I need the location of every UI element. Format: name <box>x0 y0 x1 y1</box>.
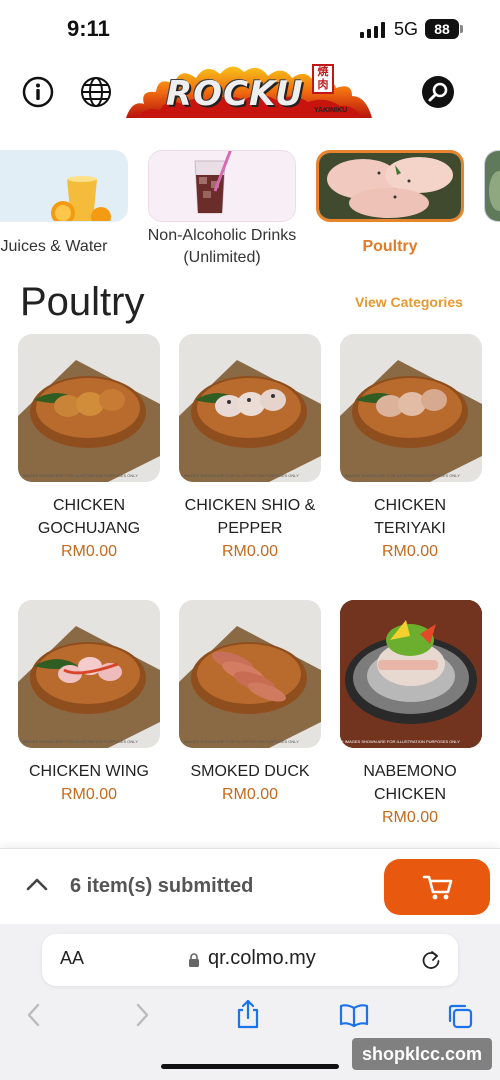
category-label-drinks[interactable]: Non-Alcoholic Drinks (Unlimited) <box>146 225 298 269</box>
food-plate-image <box>18 600 160 748</box>
product-price: RM0.00 <box>381 809 439 826</box>
product-price: RM0.00 <box>60 543 118 560</box>
image-disclaimer: * IMAGES SHOWN ARE FOR ILLUSTRATION PURP… <box>181 473 299 478</box>
image-disclaimer: * IMAGES SHOWN ARE FOR ILLUSTRATION PURP… <box>20 739 138 744</box>
product-image-nabemono-chicken[interactable]: * IMAGES SHOWN ARE FOR ILLUSTRATION PURP… <box>340 600 482 748</box>
status-bar: 9:11 5G 88 <box>0 0 500 56</box>
image-disclaimer: * IMAGES SHOWN ARE FOR ILLUSTRATION PURP… <box>342 473 460 478</box>
lock-icon <box>189 953 199 967</box>
product-name[interactable]: CHICKEN SHIO & PEPPER <box>170 494 330 540</box>
image-disclaimer: * IMAGES SHOWN ARE FOR ILLUSTRATION PURP… <box>181 739 299 744</box>
product-image-chicken-gochujang[interactable]: * IMAGES SHOWN ARE FOR ILLUSTRATION PURP… <box>18 334 160 482</box>
back-icon[interactable] <box>24 1002 44 1028</box>
product-price: RM0.00 <box>60 786 118 803</box>
cart-icon <box>422 875 453 900</box>
home-indicator <box>161 1064 339 1069</box>
product-name[interactable]: CHICKEN GOCHUJANG <box>9 494 169 540</box>
category-next-partial[interactable] <box>484 150 500 222</box>
category-poultry[interactable] <box>316 150 464 222</box>
iced-drink-image <box>149 151 295 221</box>
text-size-button[interactable]: AA <box>60 948 84 969</box>
search-icon <box>428 82 448 102</box>
tabs-icon[interactable] <box>446 1002 474 1030</box>
cart-bar: 6 item(s) submitted <box>0 848 500 924</box>
section-title: Poultry <box>20 280 145 324</box>
product-name[interactable]: NABEMONO CHICKEN <box>330 760 490 806</box>
product-name[interactable]: SMOKED DUCK <box>170 760 330 783</box>
food-plate-image <box>18 334 160 482</box>
info-icon[interactable] <box>22 76 54 108</box>
product-image-smoked-duck[interactable]: * IMAGES SHOWN ARE FOR ILLUSTRATION PURP… <box>179 600 321 748</box>
rocku-logo[interactable]: ROCKU 焼肉 YAKINIKU <box>126 60 372 120</box>
category-non-alcoholic-drinks[interactable] <box>148 150 296 222</box>
category-thumb-partial <box>485 151 500 221</box>
category-juices-water[interactable] <box>0 150 128 222</box>
cart-button[interactable] <box>384 859 490 915</box>
raw-chicken-image <box>319 153 461 219</box>
battery-tip <box>460 25 463 33</box>
food-plate-image <box>179 600 321 748</box>
logo-text: ROCKU <box>166 74 304 114</box>
image-disclaimer: * IMAGES SHOWN ARE FOR ILLUSTRATION PURP… <box>342 739 460 744</box>
juice-image <box>0 151 127 221</box>
image-disclaimer: * IMAGES SHOWN ARE FOR ILLUSTRATION PURP… <box>20 473 138 478</box>
address-bar[interactable]: AA qr.colmo.my <box>42 934 458 986</box>
product-image-chicken-shio-pepper[interactable]: * IMAGES SHOWN ARE FOR ILLUSTRATION PURP… <box>179 334 321 482</box>
product-image-chicken-teriyaki[interactable]: * IMAGES SHOWN ARE FOR ILLUSTRATION PURP… <box>340 334 482 482</box>
product-name[interactable]: CHICKEN WING <box>9 760 169 783</box>
share-icon[interactable] <box>234 998 262 1030</box>
hotpot-image <box>340 600 482 748</box>
category-label-juices[interactable]: Juices & Water <box>0 236 144 258</box>
product-price: RM0.00 <box>221 786 279 803</box>
url-text[interactable]: qr.colmo.my <box>208 947 316 970</box>
logo-subtitle: YAKINIKU <box>314 107 348 114</box>
items-submitted-text[interactable]: 6 item(s) submitted <box>70 875 253 898</box>
bookmarks-icon[interactable] <box>338 1002 370 1028</box>
product-image-chicken-wing[interactable]: * IMAGES SHOWN ARE FOR ILLUSTRATION PURP… <box>18 600 160 748</box>
forward-icon[interactable] <box>132 1002 152 1028</box>
network-type: 5G <box>394 19 419 39</box>
category-label-poultry[interactable]: Poultry <box>300 236 480 258</box>
food-plate-image <box>340 334 482 482</box>
watermark: shopklcc.com <box>352 1038 492 1070</box>
search-button[interactable] <box>422 76 454 108</box>
reload-icon[interactable] <box>420 948 442 972</box>
view-categories-link[interactable]: View Categories <box>355 294 463 310</box>
battery-icon: 88 <box>425 19 459 39</box>
chevron-up-icon[interactable] <box>26 877 48 891</box>
logo-kanji: 焼肉 <box>312 64 334 94</box>
product-name[interactable]: CHICKEN TERIYAKI <box>330 494 490 540</box>
language-globe-icon[interactable] <box>80 76 112 108</box>
product-price: RM0.00 <box>381 543 439 560</box>
product-price: RM0.00 <box>221 543 279 560</box>
signal-icon <box>360 22 386 38</box>
food-plate-image <box>179 334 321 482</box>
status-time: 9:11 <box>67 16 110 41</box>
